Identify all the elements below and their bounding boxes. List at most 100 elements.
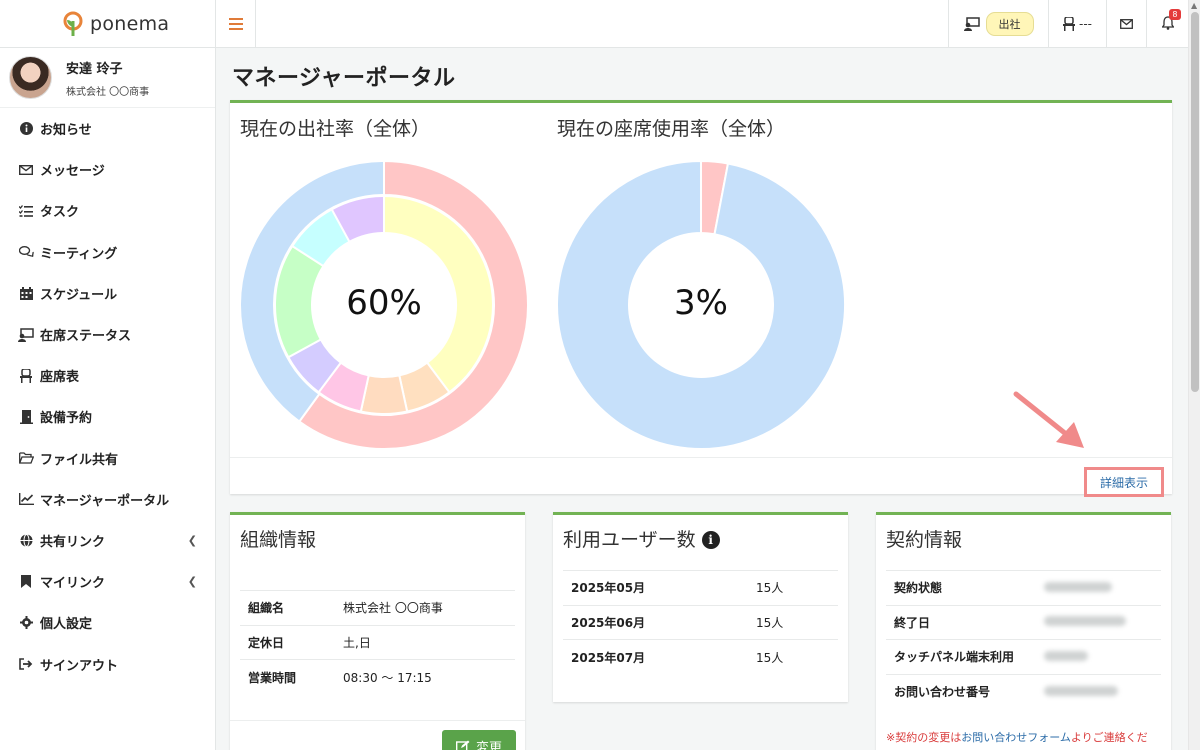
org-key: 定休日 [240, 624, 335, 660]
contract-value-redacted [1036, 570, 1161, 605]
contract-note: ※契約の変更はお問い合わせフォームよりご連絡くだ [886, 731, 1148, 744]
sidebar-item-schedule[interactable]: スケジュール [0, 273, 215, 314]
sidebar-item-messages[interactable]: メッセージ [0, 149, 215, 190]
mail-button[interactable] [1106, 0, 1146, 48]
sidebar-item-tasks[interactable]: タスク [0, 190, 215, 231]
sidebar-item-label: メッセージ [40, 164, 105, 180]
chat-bubbles-icon [18, 246, 34, 258]
contract-value-redacted [1036, 673, 1161, 709]
overview-card: 現在の出社率（全体） 現在の座席使用率（全体） 60% 3% 詳細表示 [230, 100, 1172, 497]
org-value: 土,日 [335, 624, 515, 660]
bookmark-icon [18, 575, 34, 589]
avatar [9, 56, 52, 99]
user-org: 株式会社 〇〇商事 [66, 86, 150, 98]
user-profile[interactable]: 安達 玲子 株式会社 〇〇商事 [0, 48, 215, 108]
sidebar-item-label: 個人設定 [40, 617, 93, 633]
seat-status-value: --- [1079, 17, 1092, 31]
sidebar-item-presence[interactable]: 在席ステータス [0, 314, 215, 355]
attendance-status-button[interactable]: 出社 [948, 0, 1048, 48]
table-row: 組織名 株式会社 〇〇商事 [240, 590, 515, 625]
contract-info-card: 契約情報 契約状態 終了日 タッチパネル端末利用 お問い合わせ番号 ※契約の変更… [876, 512, 1171, 750]
seat-donut-chart: 3% [556, 159, 846, 450]
user-count-month: 2025年07月 [563, 639, 748, 674]
change-button[interactable]: 変更 [442, 730, 516, 750]
attendance-chart-title: 現在の出社率（全体） [240, 118, 431, 140]
sidebar-item-file-share[interactable]: ファイル共有 [0, 438, 215, 479]
mail-icon [1120, 19, 1133, 29]
chair-icon [1063, 17, 1075, 31]
table-row: 営業時間 08:30 〜 17:15 [240, 659, 515, 694]
page-title: マネージャーポータル [232, 66, 456, 91]
sidebar-nav: お知らせ メッセージ タスク ミーティング スケジュール 在席ステータス 座席表 [0, 108, 215, 685]
chevron-left-icon[interactable]: ❮ [188, 534, 197, 547]
org-info-card: 組織情報 組織名 株式会社 〇〇商事 定休日 土,日 営業時間 08:30 〜 … [230, 512, 525, 750]
sidebar-item-meeting[interactable]: ミーティング [0, 232, 215, 273]
contract-key: お問い合わせ番号 [886, 673, 1036, 709]
notification-button[interactable]: 8 [1146, 0, 1188, 48]
hamburger-icon[interactable] [216, 0, 256, 48]
sidebar-item-label: 設備予約 [40, 411, 93, 427]
contract-info-table: 契約状態 終了日 タッチパネル端末利用 お問い合わせ番号 [886, 570, 1161, 709]
line-chart-icon [18, 493, 34, 506]
inquiry-form-link[interactable]: お問い合わせフォーム [961, 731, 1071, 744]
user-count-title: 利用ユーザー数 [563, 529, 696, 551]
envelope-icon [18, 164, 34, 175]
user-count-value: 15人 [748, 604, 838, 640]
sidebar-item-label: ファイル共有 [40, 452, 119, 468]
user-count-value: 15人 [748, 570, 838, 605]
seat-status-button[interactable]: --- [1048, 0, 1106, 48]
door-icon [18, 409, 34, 424]
sidebar-item-facility[interactable]: 設備予約 [0, 396, 215, 437]
calendar-icon [18, 286, 34, 300]
detail-view-link[interactable]: 詳細表示 [1084, 467, 1164, 497]
sidebar-item-label: 共有リンク [40, 534, 106, 550]
chair-icon [18, 368, 34, 383]
sidebar-item-sign-out[interactable]: サインアウト [0, 643, 215, 684]
user-count-card: 利用ユーザー数 i 2025年05月 15人 2025年06月 15人 2025年… [553, 512, 848, 702]
contract-key: 終了日 [886, 604, 1036, 640]
sidebar-item-settings[interactable]: 個人設定 [0, 602, 215, 643]
contract-key: タッチパネル端末利用 [886, 639, 1036, 674]
brand[interactable]: ponema [0, 0, 216, 48]
sidebar-item-manager-portal[interactable]: マネージャーポータル [0, 479, 215, 520]
sidebar-item-seat-map[interactable]: 座席表 [0, 355, 215, 396]
user-count-month: 2025年06月 [563, 604, 748, 640]
table-row: 2025年07月 15人 [563, 639, 838, 674]
sidebar-item-label: 在席ステータス [40, 329, 132, 345]
table-row: 契約状態 [886, 570, 1161, 605]
edit-icon [455, 740, 470, 750]
org-info-table: 組織名 株式会社 〇〇商事 定休日 土,日 営業時間 08:30 〜 17:15 [240, 590, 515, 694]
leaf-logo-icon [63, 11, 83, 36]
annotation-arrow-icon [1013, 391, 1084, 448]
seat-rate-value: 3% [674, 283, 728, 323]
top-bar: ponema 出社 --- 8 [0, 0, 1188, 48]
change-button-label: 変更 [475, 740, 502, 750]
user-count-table: 2025年05月 15人 2025年06月 15人 2025年07月 15人 [563, 570, 838, 674]
sidebar-item-label: お知らせ [40, 123, 92, 139]
info-circle-icon[interactable]: i [701, 531, 720, 549]
user-name: 安達 玲子 [66, 61, 123, 77]
attendance-rate-value: 60% [346, 283, 422, 323]
user-count-value: 15人 [748, 639, 838, 674]
attendance-badge: 出社 [985, 12, 1034, 36]
sidebar-item-my-links[interactable]: マイリンク ❮ [0, 561, 215, 602]
contract-info-title: 契約情報 [886, 529, 963, 551]
sign-out-icon [18, 658, 34, 670]
sidebar-item-shared-links[interactable]: 共有リンク ❮ [0, 520, 215, 561]
attendance-donut-chart: 60% [239, 159, 529, 450]
sidebar-item-notices[interactable]: お知らせ [0, 108, 215, 149]
table-row: 2025年06月 15人 [563, 604, 838, 640]
sidebar: 安達 玲子 株式会社 〇〇商事 お知らせ メッセージ タスク ミーティング スケ… [0, 48, 216, 750]
scroll-thumb[interactable] [1191, 12, 1199, 392]
org-key: 組織名 [240, 590, 335, 625]
sidebar-item-label: マネージャーポータル [40, 493, 170, 509]
gear-icon [18, 616, 34, 630]
chevron-left-icon[interactable]: ❮ [188, 575, 197, 588]
main-content: マネージャーポータル 現在の出社率（全体） 現在の座席使用率（全体） 60% 3… [216, 48, 1188, 750]
sidebar-item-label: タスク [40, 205, 80, 221]
brand-name: ponema [90, 13, 170, 35]
scroll-up-icon[interactable]: ▲ [1191, 1, 1197, 10]
page-scrollbar[interactable]: ▲ [1188, 0, 1200, 750]
contract-value-redacted [1036, 639, 1161, 674]
desk-person-icon [963, 17, 980, 31]
